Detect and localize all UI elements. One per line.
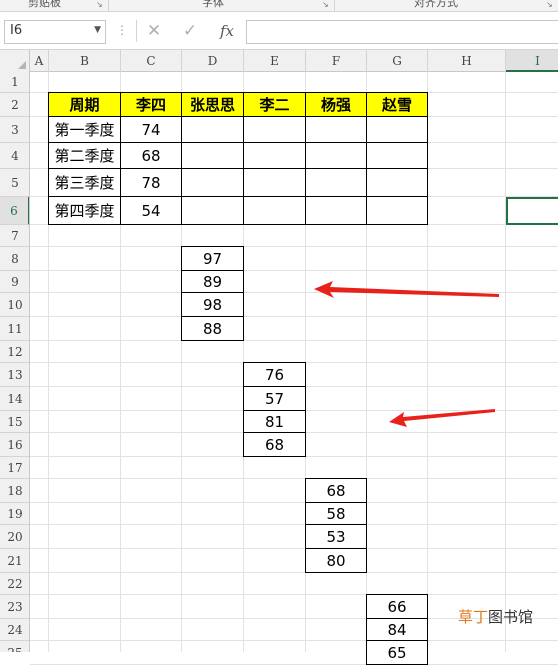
red-arrow-2: [389, 409, 495, 427]
watermark-highlight: 草丁: [458, 608, 489, 626]
annotation-arrows: [314, 281, 499, 427]
red-arrow-1: [314, 281, 499, 298]
watermark-text: 图书馆: [488, 608, 534, 626]
watermark: 草丁图书馆: [458, 606, 533, 627]
